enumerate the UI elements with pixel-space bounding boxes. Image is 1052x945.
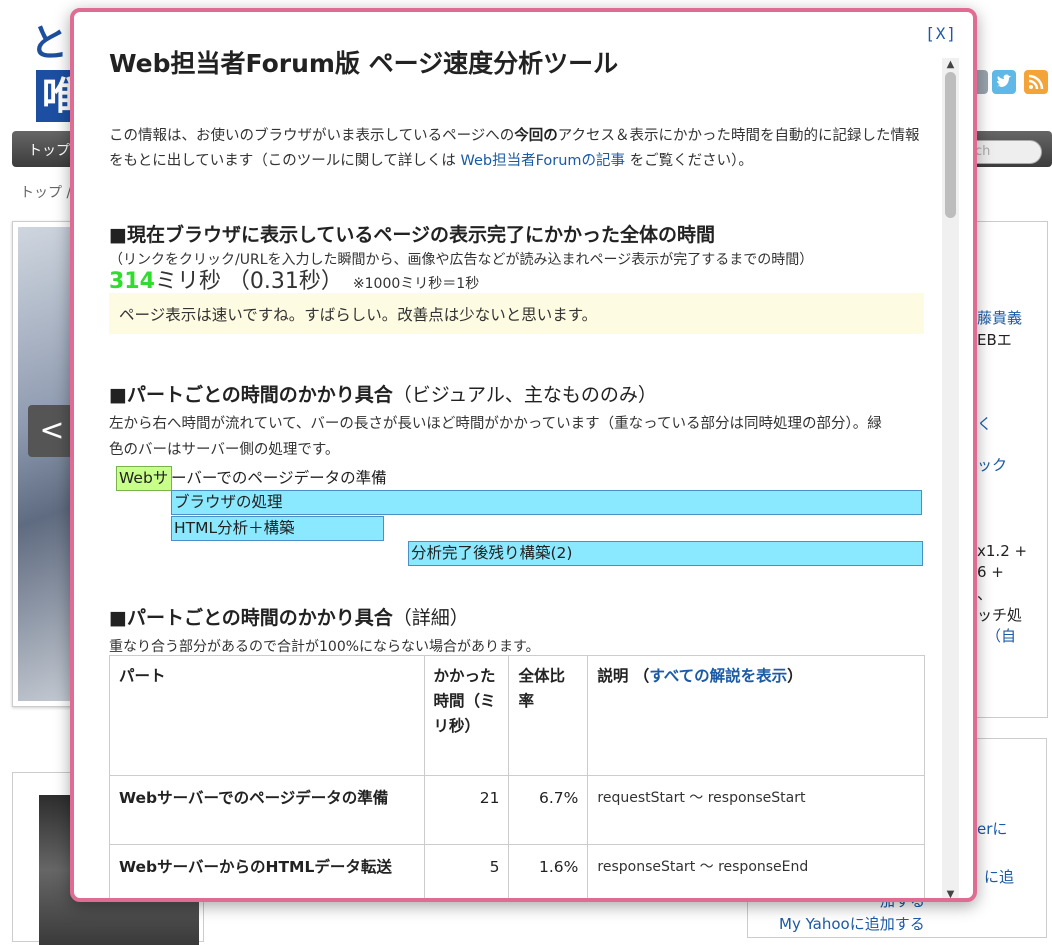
total-time-value: 314ミリ秒 （0.31秒） ※1000ミリ秒＝1秒 [109, 263, 479, 295]
visual-heading-sub: （ビジュアル、主なもののみ） [392, 384, 657, 406]
row-ratio: 6.7% [508, 775, 589, 845]
total-ms: 314 [109, 269, 155, 294]
total-unit: ミリ秒 （0.31秒） [154, 269, 343, 294]
row-time: 21 [423, 775, 510, 845]
detail-table: パート かかった時間（ミリ秒） 全体比率 説明 （すべての解説を表示） Webサ… [109, 655, 925, 898]
desc-header-label: 説明 [597, 667, 629, 685]
table-row: Webサーバーでのページデータの準備 21 6.7% requestStart … [109, 775, 925, 845]
table-row: WebサーバーからのHTMLデータ転送 5 1.6% responseStart… [109, 844, 925, 898]
row-ratio: 1.6% [508, 844, 589, 898]
column-header-desc: 説明 （すべての解説を表示） [587, 655, 925, 776]
scroll-down-arrow-icon[interactable]: ▼ [942, 888, 959, 898]
detail-heading-sub: （詳細） [392, 607, 469, 629]
row-time: 5 [423, 844, 510, 898]
modal-title: Web担当者Forum版 ページ速度分析ツール [109, 49, 619, 78]
timeline-bar-server-label: ーバーでのページデータの準備 [171, 469, 387, 487]
speed-verdict: ページ表示は速いですね。すばらしい。改善点は少ないと思います。 [109, 293, 924, 334]
total-time-heading: ■現在ブラウザに表示しているページの表示完了にかかった全体の時間 [109, 224, 716, 246]
row-part: Webサーバーでのページデータの準備 [109, 775, 425, 845]
timeline-bar-browser: ブラウザの処理 [171, 490, 922, 515]
ms-conversion-note: ※1000ミリ秒＝1秒 [352, 276, 480, 292]
detail-heading-main: ■パートごとの時間のかかり具合 [109, 607, 393, 629]
row-desc: responseStart 〜 responseEnd [587, 844, 925, 898]
timeline-bar-html-parse: HTML分析＋構築 [171, 516, 384, 541]
show-all-explanations-link[interactable]: すべての解説を表示 [649, 667, 787, 685]
intro-bold: 今回の [514, 128, 558, 144]
row-part: WebサーバーからのHTMLデータ転送 [109, 844, 425, 898]
timeline-bar-remaining-build: 分析完了後残り構築(2) [408, 541, 923, 566]
column-header-time: かかった時間（ミリ秒） [423, 655, 510, 776]
intro-text: この情報は、お使いのブラウザがいま表示しているページへの [109, 128, 515, 144]
vertical-scrollbar[interactable]: ▲ ▼ [942, 58, 959, 898]
intro-paragraph: この情報は、お使いのブラウザがいま表示しているページへの今回のアクセス＆表示にか… [109, 124, 929, 174]
row-desc: requestStart 〜 responseStart [587, 775, 925, 845]
column-header-part: パート [109, 655, 425, 776]
article-link[interactable]: Web担当者Forumの記事 [460, 153, 625, 169]
visual-heading: ■パートごとの時間のかかり具合（ビジュアル、主なもののみ） [109, 380, 657, 407]
visual-heading-main: ■パートごとの時間のかかり具合 [109, 384, 393, 406]
column-header-ratio: 全体比率 [508, 655, 589, 776]
intro-text: をご覧ください）。 [625, 153, 753, 169]
scroll-thumb[interactable] [945, 72, 956, 218]
speed-analysis-modal: [X] Web担当者Forum版 ページ速度分析ツール この情報は、お使いのブラ… [70, 8, 977, 902]
scroll-up-arrow-icon[interactable]: ▲ [942, 58, 959, 72]
detail-heading: ■パートごとの時間のかかり具合（詳細） [109, 603, 469, 630]
table-header-row: パート かかった時間（ミリ秒） 全体比率 説明 （すべての解説を表示） [109, 655, 925, 776]
detail-note: 重なり合う部分があるので合計が100%にならない場合があります。 [109, 639, 540, 655]
timeline-chart: Webサ ーバーでのページデータの準備 ブラウザの処理 HTML分析＋構築 分析… [109, 455, 924, 566]
timeline-bar-server: Webサ [116, 466, 172, 491]
modal-scroll-area[interactable]: Web担当者Forum版 ページ速度分析ツール この情報は、お使いのブラウザがい… [74, 12, 942, 898]
visual-desc-line1: 左から右へ時間が流れていて、バーの長さが長いほど時間がかかっています（重なってい… [109, 416, 882, 432]
